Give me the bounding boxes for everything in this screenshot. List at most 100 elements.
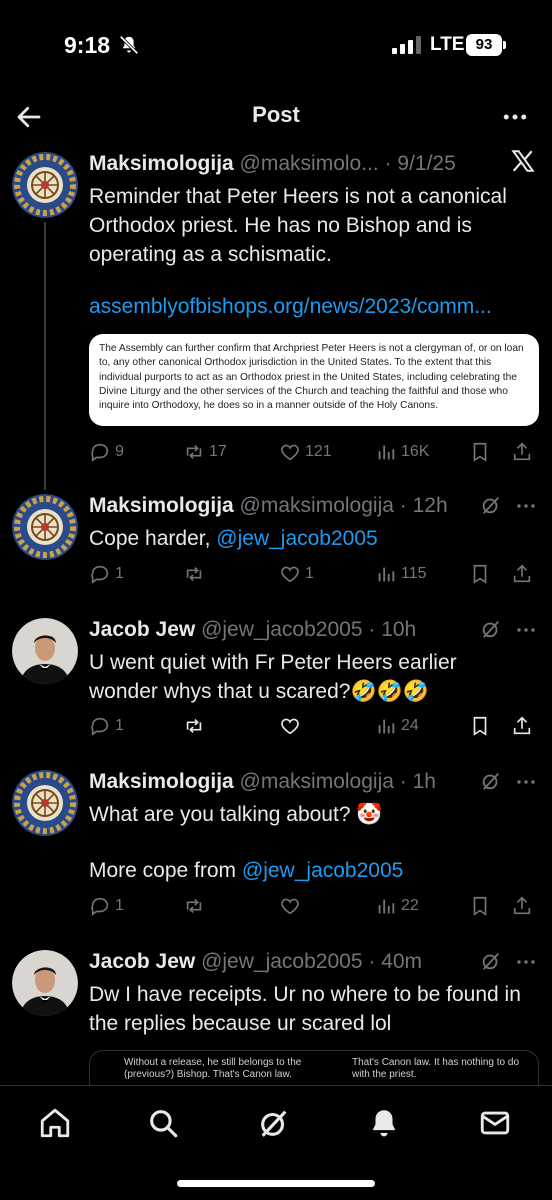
post-text: Reminder that Peter Heers is not a canon… bbox=[89, 185, 507, 266]
reply-button[interactable]: 1 bbox=[89, 712, 124, 740]
avatar[interactable] bbox=[12, 950, 78, 1016]
bookmark-button[interactable] bbox=[469, 712, 491, 740]
like-button[interactable] bbox=[279, 892, 301, 920]
views-icon bbox=[378, 445, 395, 460]
post-link[interactable]: assemblyofbishops.org/news/2023/comm... bbox=[89, 292, 529, 321]
bell-slash-icon bbox=[119, 35, 139, 55]
reply-count: 9 bbox=[115, 443, 124, 460]
post-3[interactable]: Jacob Jew @jew_jacob2005 · 10h U went qu… bbox=[0, 618, 552, 748]
display-name[interactable]: Jacob Jew bbox=[89, 950, 195, 973]
views-button[interactable]: 24 bbox=[375, 712, 419, 740]
post-header-line: Maksimologija @maksimologija · 1h bbox=[89, 770, 436, 793]
bookmark-icon bbox=[473, 896, 487, 916]
post-text: U went quiet with Fr Peter Heers earlier… bbox=[89, 651, 457, 703]
reply-button[interactable]: 1 bbox=[89, 892, 124, 920]
post-header: Post bbox=[0, 90, 552, 142]
handle[interactable]: @maksimologija bbox=[240, 494, 394, 517]
more-icon[interactable] bbox=[500, 102, 530, 132]
post-4[interactable]: Maksimologija @maksimologija · 1h What a… bbox=[0, 770, 552, 920]
handle[interactable]: @jew_jacob2005 bbox=[201, 618, 362, 641]
post-text: What are you talking about? 🤡 bbox=[89, 803, 383, 826]
share-button[interactable] bbox=[511, 892, 533, 920]
bookmark-button[interactable] bbox=[469, 892, 491, 920]
display-name[interactable]: Maksimologija bbox=[89, 770, 234, 793]
grok-icon[interactable] bbox=[480, 770, 502, 792]
repost-button[interactable]: 17 bbox=[183, 438, 227, 466]
share-button[interactable] bbox=[511, 560, 533, 588]
reply-count: 1 bbox=[115, 717, 124, 734]
search-icon[interactable] bbox=[146, 1106, 180, 1140]
bookmark-button[interactable] bbox=[469, 438, 491, 466]
post-text: Dw I have receipts. Ur no where to be fo… bbox=[89, 983, 521, 1035]
reply-icon bbox=[91, 443, 109, 462]
repost-count: 17 bbox=[209, 443, 227, 460]
avatar[interactable] bbox=[12, 618, 78, 684]
post-actions: 1 22 bbox=[89, 892, 534, 920]
like-button[interactable] bbox=[279, 712, 301, 740]
share-button[interactable] bbox=[511, 712, 533, 740]
post-time: 9/1/25 bbox=[397, 152, 456, 175]
heart-icon bbox=[281, 898, 299, 915]
handle[interactable]: @maksimolo... bbox=[240, 152, 379, 175]
display-name[interactable]: Maksimologija bbox=[89, 152, 234, 175]
more-icon[interactable] bbox=[514, 950, 538, 974]
bookmark-button[interactable] bbox=[469, 560, 491, 588]
reply-button[interactable]: 9 bbox=[89, 438, 124, 466]
post-time: 1h bbox=[412, 770, 436, 793]
share-icon bbox=[513, 896, 531, 915]
repost-button[interactable] bbox=[183, 560, 205, 588]
like-button[interactable]: 121 bbox=[279, 438, 332, 466]
grok-icon[interactable] bbox=[257, 1106, 291, 1140]
grok-icon[interactable] bbox=[480, 494, 502, 516]
battery-indicator: 93 bbox=[466, 34, 502, 56]
bell-icon[interactable] bbox=[367, 1106, 401, 1140]
views-button[interactable]: 115 bbox=[375, 560, 427, 588]
like-button[interactable]: 1 bbox=[279, 560, 314, 588]
display-name[interactable]: Jacob Jew bbox=[89, 618, 195, 641]
post-5[interactable]: Jacob Jew @jew_jacob2005 · 40m Dw I have… bbox=[0, 950, 552, 1085]
post-actions: 9 17 121 16K bbox=[89, 438, 534, 466]
page-title: Post bbox=[252, 102, 300, 127]
home-indicator[interactable] bbox=[177, 1180, 375, 1187]
receipt-right-text: That's Canon law. It has nothing to do w… bbox=[352, 1057, 520, 1080]
avatar[interactable] bbox=[12, 494, 78, 560]
handle[interactable]: @maksimologija bbox=[240, 770, 394, 793]
like-count: 121 bbox=[305, 443, 332, 460]
mention-link[interactable]: @jew_jacob2005 bbox=[216, 527, 377, 550]
view-count: 24 bbox=[401, 717, 419, 734]
reply-count: 1 bbox=[115, 897, 124, 914]
handle[interactable]: @jew_jacob2005 bbox=[201, 950, 362, 973]
views-button[interactable]: 16K bbox=[375, 438, 429, 466]
post-actions: 1 24 bbox=[89, 712, 534, 740]
avatar[interactable] bbox=[12, 152, 78, 218]
grok-icon[interactable] bbox=[480, 950, 502, 972]
heart-icon bbox=[281, 566, 299, 583]
bookmark-icon bbox=[473, 716, 487, 736]
bookmark-icon bbox=[473, 564, 487, 584]
more-icon[interactable] bbox=[514, 494, 538, 518]
attached-screenshot[interactable]: Without a release, he still belongs to t… bbox=[89, 1050, 539, 1085]
view-count: 115 bbox=[401, 565, 427, 582]
view-count: 22 bbox=[401, 897, 419, 914]
reply-icon bbox=[91, 717, 109, 736]
reply-button[interactable]: 1 bbox=[89, 560, 124, 588]
share-icon bbox=[513, 564, 531, 583]
share-button[interactable] bbox=[511, 438, 533, 466]
more-icon[interactable] bbox=[514, 770, 538, 794]
mail-icon[interactable] bbox=[478, 1106, 512, 1140]
post-2[interactable]: Maksimologija @maksimologija · 12h Cope … bbox=[0, 494, 552, 598]
grok-icon[interactable] bbox=[480, 618, 502, 640]
home-icon[interactable] bbox=[38, 1106, 72, 1140]
views-button[interactable]: 22 bbox=[375, 892, 419, 920]
display-name[interactable]: Maksimologija bbox=[89, 494, 234, 517]
views-icon bbox=[378, 899, 395, 914]
post-1[interactable]: Maksimologija @maksimolo... · 9/1/25 Rem… bbox=[0, 150, 552, 482]
repost-button[interactable] bbox=[183, 712, 205, 740]
avatar[interactable] bbox=[12, 770, 78, 836]
attached-image[interactable]: The Assembly can further confirm that Ar… bbox=[89, 334, 539, 426]
mention-link[interactable]: @jew_jacob2005 bbox=[242, 859, 403, 882]
post-text-2: More cope from @jew_jacob2005 bbox=[89, 859, 404, 882]
more-icon[interactable] bbox=[514, 618, 538, 642]
repost-icon bbox=[186, 898, 202, 914]
repost-button[interactable] bbox=[183, 892, 205, 920]
